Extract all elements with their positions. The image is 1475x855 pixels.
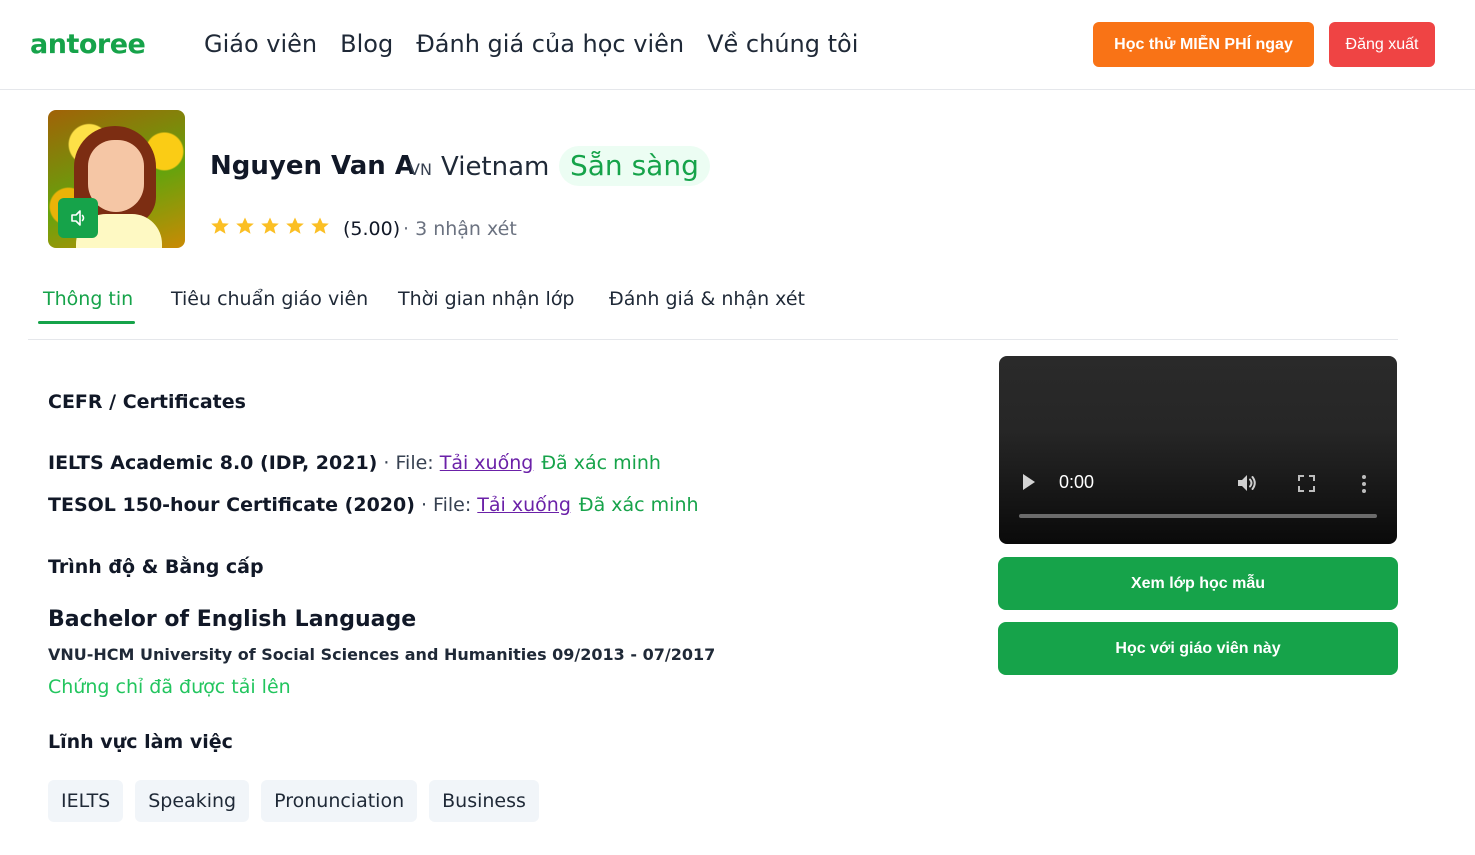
download-link[interactable]: Tải xuống [477, 494, 571, 516]
country-code: VN [409, 160, 432, 179]
availability-badge: Sẵn sàng [559, 146, 710, 186]
site-header: antoree Giáo viên Blog Đánh giá của học … [0, 0, 1475, 90]
rating-value: (5.00) [343, 218, 401, 240]
profile-tabs: Thông tin Tiêu chuẩn giáo viên Thời gian… [28, 280, 1398, 340]
degree-upload-status: Chứng chỉ đã được tải lên [48, 676, 291, 698]
star-icon [236, 217, 254, 234]
teacher-country: Vietnam [441, 152, 550, 182]
download-link[interactable]: Tải xuống [440, 452, 534, 474]
tab-schedule[interactable]: Thời gian nhận lớp [398, 288, 574, 310]
education-heading: Trình độ & Bằng cấp [48, 556, 264, 578]
speaker-icon [71, 210, 85, 226]
view-sample-class-button[interactable]: Xem lớp học mẫu [998, 557, 1398, 610]
video-time: 0:00 [1059, 472, 1095, 492]
star-icon [286, 217, 304, 234]
chip-ielts: IELTS [48, 780, 124, 822]
certificate-name: TESOL 150-hour Certificate (2020) [48, 494, 415, 516]
tab-reviews[interactable]: Đánh giá & nhận xét [609, 288, 805, 310]
work-fields-heading: Lĩnh vực làm việc [48, 731, 233, 753]
certificate-row: TESOL 150-hour Certificate (2020) · File… [48, 494, 699, 516]
chip-pronunciation: Pronunciation [261, 780, 418, 822]
work-field-chips: IELTS Speaking Pronunciation Business [48, 780, 539, 822]
intro-video-player[interactable]: 0:00 [999, 356, 1397, 544]
star-icon [211, 217, 229, 234]
nav-blog[interactable]: Blog [340, 30, 393, 58]
chip-business: Business [429, 780, 539, 822]
certificate-row: IELTS Academic 8.0 (IDP, 2021) · File: T… [48, 452, 661, 474]
nav-teachers[interactable]: Giáo viên [204, 30, 317, 58]
review-count[interactable]: · 3 nhận xét [403, 218, 517, 240]
site-logo[interactable]: antoree [30, 29, 146, 60]
logout-button[interactable]: Đăng xuất [1329, 22, 1435, 67]
more-options-icon[interactable] [1361, 474, 1367, 494]
volume-icon[interactable] [1235, 472, 1257, 494]
verified-status: Đã xác minh [578, 494, 699, 516]
play-icon[interactable] [1023, 474, 1035, 490]
degree-title: Bachelor of English Language [48, 607, 417, 632]
tab-info[interactable]: Thông tin [43, 288, 133, 310]
nav-about-us[interactable]: Về chúng tôi [707, 30, 858, 58]
free-trial-button[interactable]: Học thử MIỄN PHÍ ngay [1093, 22, 1314, 67]
rating-stars [210, 216, 330, 236]
teacher-name: Nguyen Van A [210, 151, 415, 181]
file-label: · File: [377, 452, 440, 474]
nav-student-reviews[interactable]: Đánh giá của học viên [416, 30, 684, 58]
star-icon [261, 217, 279, 234]
tab-teacher-standards[interactable]: Tiêu chuẩn giáo viên [171, 288, 368, 310]
degree-detail: VNU-HCM University of Social Sciences an… [48, 645, 716, 664]
chip-speaking: Speaking [135, 780, 250, 822]
verified-status: Đã xác minh [541, 452, 661, 474]
main-nav: Giáo viên Blog Đánh giá của học viên Về … [204, 30, 858, 58]
certificates-heading: CEFR / Certificates [48, 391, 246, 413]
certificate-name: IELTS Academic 8.0 (IDP, 2021) [48, 452, 378, 474]
audio-intro-button[interactable] [58, 198, 98, 238]
file-label: · File: [414, 494, 478, 516]
video-progress-bar[interactable] [1019, 514, 1377, 518]
fullscreen-icon[interactable] [1298, 475, 1315, 492]
star-icon [311, 217, 329, 234]
learn-with-teacher-button[interactable]: Học với giáo viên này [998, 622, 1398, 675]
active-tab-indicator [38, 321, 135, 324]
